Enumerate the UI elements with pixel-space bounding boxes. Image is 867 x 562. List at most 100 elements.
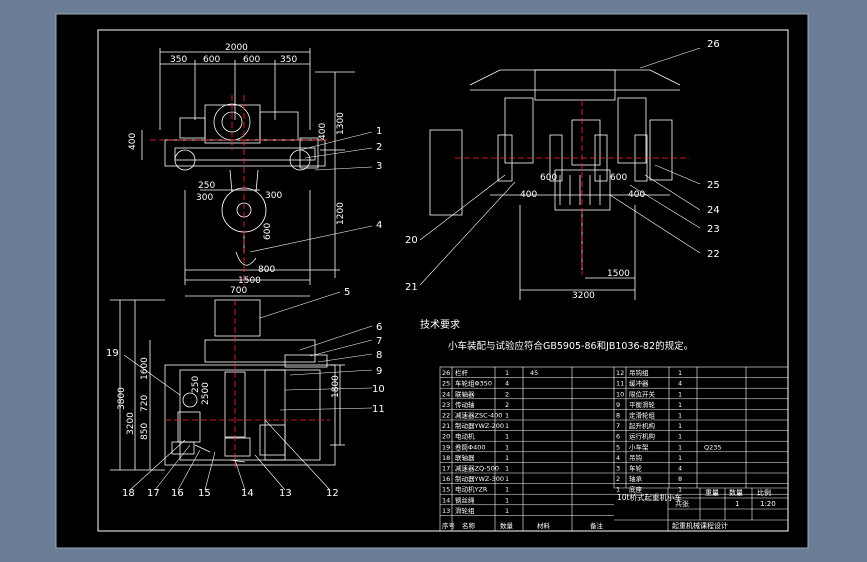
- bom-left-cell: 1: [505, 507, 509, 515]
- callout-23: 23: [707, 224, 720, 235]
- bom-right-cell: 1: [678, 401, 682, 409]
- callout-8: 8: [376, 350, 382, 361]
- bom-left-cell: 电动机YZR: [455, 485, 488, 494]
- bom-right-cell: 起升机构: [629, 421, 656, 430]
- callout-14: 14: [241, 488, 254, 499]
- dim-3200-plan: 3200: [126, 412, 136, 435]
- bom-left-cell: 14: [442, 496, 450, 504]
- title-block-weight-label: 重量: [705, 489, 719, 497]
- bom-col-no: 序号: [442, 521, 456, 530]
- bom-left-cell: 23: [442, 401, 450, 409]
- bom-right-cell: 12: [616, 369, 624, 377]
- dim-400-side-left: 400: [520, 190, 537, 200]
- dim-300-b: 300: [265, 191, 282, 201]
- bom-right-cell: 4: [616, 454, 620, 462]
- bom-left-cell: 卷筒Φ400: [455, 442, 486, 451]
- bom-left-cell: 1: [505, 486, 509, 494]
- bom-left-cell: 传动轴: [455, 400, 475, 409]
- bom-col-material: 材料: [537, 521, 551, 530]
- bom-right-cell: 1: [678, 433, 682, 441]
- bom-left-cell: 25: [442, 380, 450, 388]
- dim-600-a: 600: [203, 55, 220, 65]
- bom-right-cell: 10: [616, 390, 624, 398]
- dim-3800: 3800: [117, 387, 127, 410]
- callout-17: 17: [147, 488, 160, 499]
- callout-7: 7: [376, 336, 382, 347]
- callout-24: 24: [707, 205, 720, 216]
- bom-right-cell: 1: [678, 412, 682, 420]
- callout-5: 5: [344, 287, 350, 298]
- bom-left-cell: 联轴器: [455, 389, 475, 398]
- bom-left-cell: 21: [442, 422, 450, 430]
- dim-1500-side: 1500: [607, 269, 630, 279]
- bom-right-cell: 7: [616, 422, 620, 430]
- bom-right-cell: 缓冲器: [629, 379, 649, 388]
- bom-left-cell: 1: [505, 422, 509, 430]
- dim-2500: 2500: [201, 382, 211, 405]
- title-block-scale: 1:20: [760, 500, 776, 508]
- dim-1200: 1200: [336, 202, 346, 225]
- callout-10: 10: [372, 384, 385, 395]
- callout-22: 22: [707, 249, 720, 260]
- dim-250: 250: [198, 181, 215, 191]
- bom-right-cell: 1: [678, 369, 682, 377]
- bom-left-cell: 1: [505, 475, 509, 483]
- callout-13: 13: [279, 488, 292, 499]
- bom-left-cell: 1: [505, 369, 509, 377]
- callout-9: 9: [376, 366, 382, 377]
- title-block-org: 起重机械课程设计: [672, 521, 728, 530]
- dim-1800: 1800: [331, 375, 341, 398]
- bom-left-cell: 19: [442, 443, 450, 451]
- bom-right-cell: 6: [616, 433, 620, 441]
- callout-21: 21: [405, 282, 418, 293]
- bom-left-cell: 电动机: [455, 432, 475, 441]
- title-block-qty-label: 数量: [729, 488, 743, 497]
- callout-12: 12: [326, 488, 339, 499]
- bom-left-cell: 减速器ZQ-500: [455, 464, 499, 473]
- dim-2000: 2000: [225, 43, 248, 53]
- bom-right-cell: 1: [678, 390, 682, 398]
- bom-col-remark: 备注: [590, 521, 604, 530]
- bom-left-cell: 2: [505, 401, 509, 409]
- bom-left-cell: 17: [442, 465, 450, 473]
- callout-3: 3: [376, 161, 382, 172]
- bom-left-cell: 1: [505, 454, 509, 462]
- bom-right-cell: 运行机构: [629, 432, 656, 441]
- dim-400-right: 400: [318, 123, 328, 140]
- bom-right-cell: 限位开关: [629, 389, 656, 398]
- bom-right-cell: 3: [616, 465, 620, 473]
- callout-2: 2: [376, 142, 382, 153]
- bom-left-cell: 滑轮组: [455, 506, 475, 515]
- drawing-sheet: [55, 13, 809, 549]
- bom-left-cell: 钢丝绳: [455, 495, 475, 504]
- title-block-name: 10t桥式起重机小车: [617, 492, 682, 502]
- notes-heading: 技术要求: [420, 318, 460, 331]
- dim-1500-front: 1500: [238, 276, 261, 286]
- bom-left-cell: 45: [530, 369, 538, 377]
- dim-600-b: 600: [243, 55, 260, 65]
- dim-250-plan: 250: [191, 376, 201, 393]
- callout-19: 19: [106, 348, 119, 359]
- bom-right-cell: 小车架: [629, 442, 649, 451]
- bom-right-cell: 车轮: [629, 464, 643, 473]
- notes-line-1: 小车装配与试验应符合GB5905-86和JB1036-82的规定。: [448, 340, 693, 352]
- bom-left-cell: 制动器YWZ-200: [455, 421, 504, 430]
- bom-left-cell: 1: [505, 496, 509, 504]
- bom-right-cell: 8: [616, 412, 620, 420]
- callout-20: 20: [405, 235, 418, 246]
- dim-3200-side: 3200: [572, 291, 595, 301]
- bom-left-cell: 26: [442, 369, 450, 377]
- callout-25: 25: [707, 180, 720, 191]
- dim-350-left: 350: [170, 55, 187, 65]
- dim-350-right: 350: [280, 55, 297, 65]
- dim-1600: 1600: [140, 357, 150, 380]
- bom-left-cell: 1: [505, 412, 509, 420]
- bom-left-cell: 22: [442, 412, 450, 420]
- dim-700: 700: [230, 286, 247, 296]
- dim-720: 720: [140, 395, 150, 412]
- bom-right-cell: 轴承: [629, 474, 643, 483]
- title-block-sheet-no: 1: [735, 500, 739, 508]
- title-block-scale-label: 比例: [757, 488, 771, 497]
- callout-6: 6: [376, 322, 382, 333]
- bom-right-cell: 定滑轮组: [629, 411, 656, 420]
